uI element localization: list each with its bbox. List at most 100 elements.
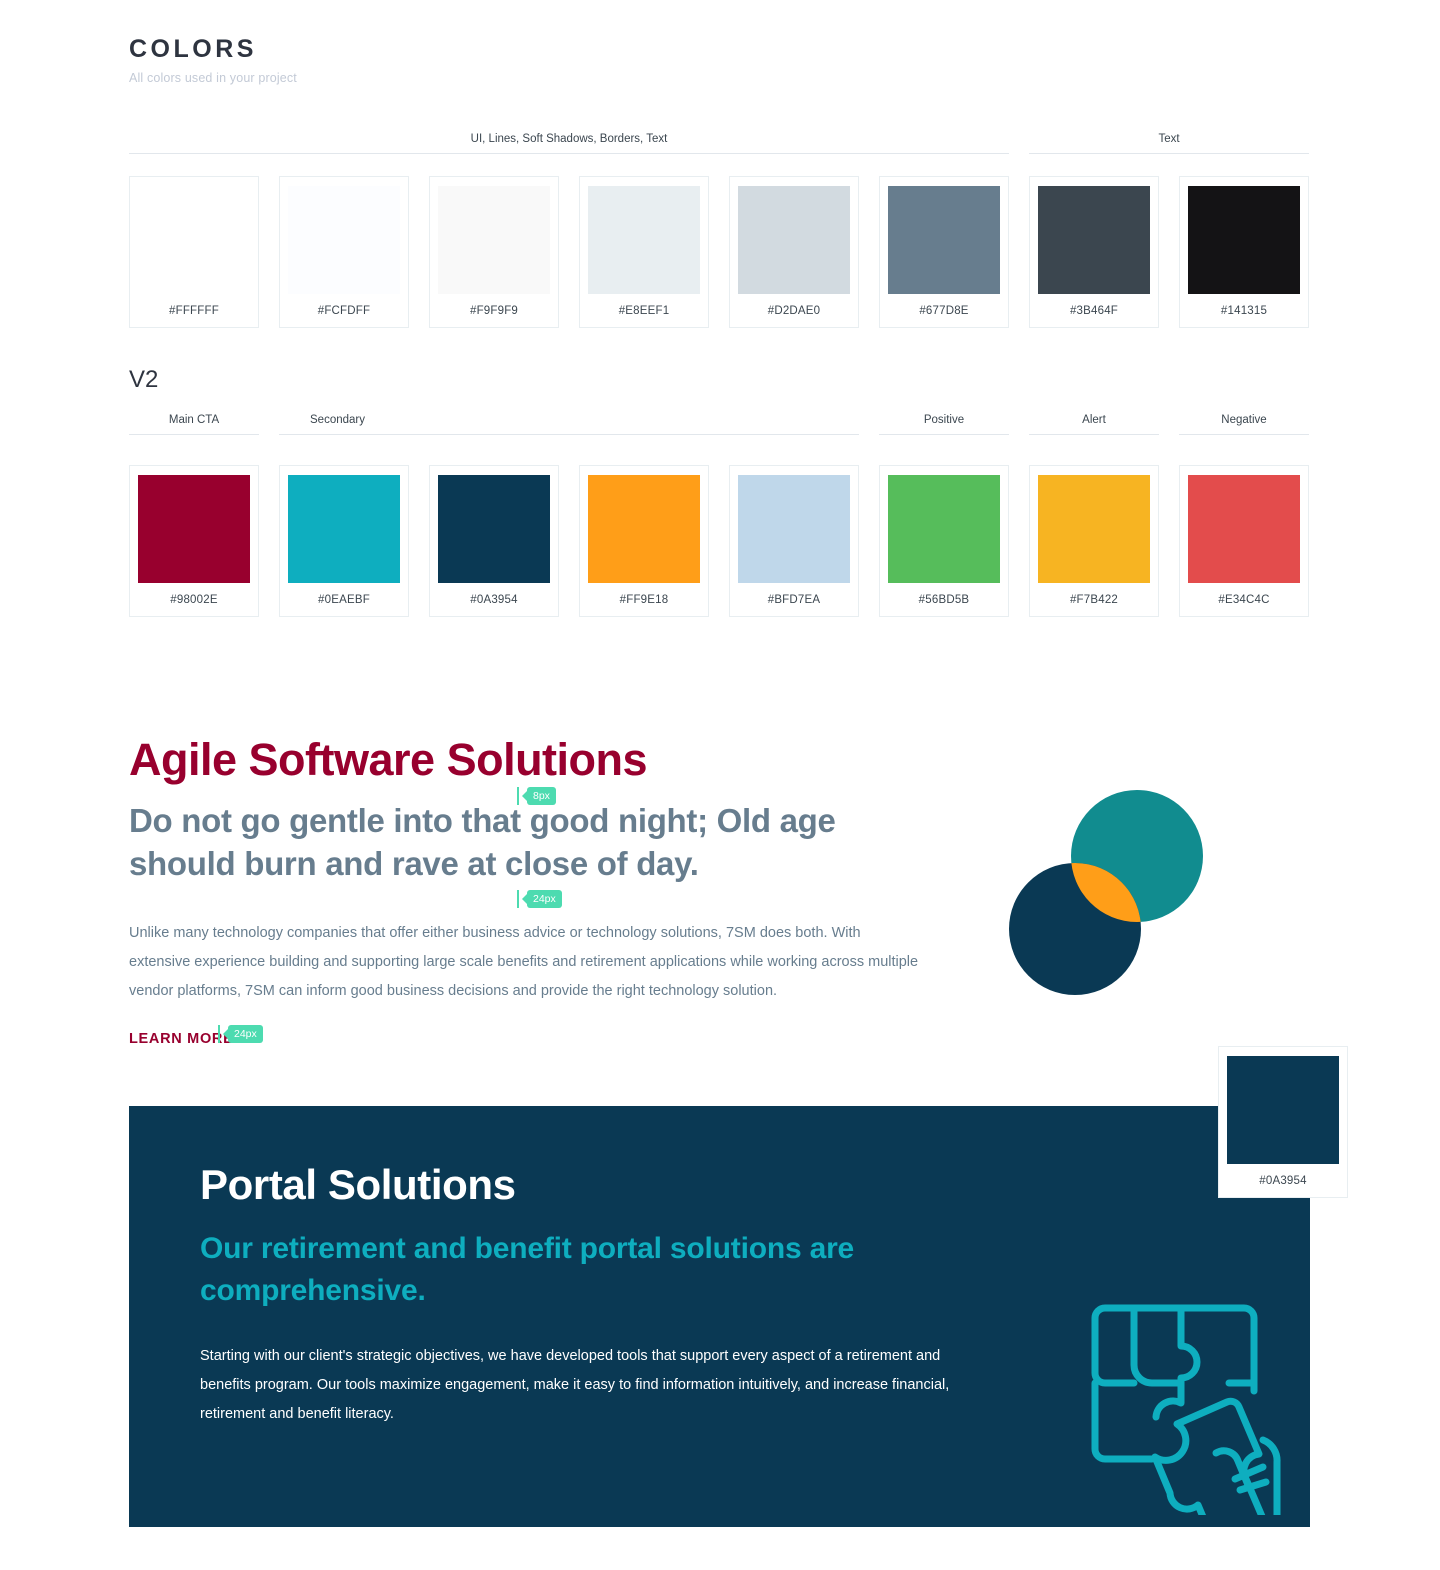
swatch-chip <box>438 186 550 294</box>
swatch-hex-label: #0A3954 <box>470 593 518 606</box>
portal-body: Starting with our client's strategic obj… <box>200 1348 950 1423</box>
marketing-body: Unlike many technology companies that of… <box>129 925 919 1000</box>
floating-swatch-card[interactable]: #0A3954 <box>1218 1046 1348 1198</box>
group-divider <box>279 434 859 435</box>
swatch-hex-label: #BFD7EA <box>767 593 821 606</box>
swatch-hex-label: #FFFFFF <box>169 304 219 317</box>
palette-v1-swatches: #FFFFFF #FCFDFF #F9F9F9 #E8EEF1 #D2DAE0 … <box>129 176 1309 328</box>
swatch-hex-label: #FCFDFF <box>317 304 371 317</box>
swatch-chip <box>738 475 850 583</box>
style-guide-page: COLORS All colors used in your project U… <box>0 0 1440 1570</box>
puzzle-hand-icon <box>1091 1304 1281 1515</box>
swatch-hex-label: #E34C4C <box>1218 593 1270 606</box>
swatch-hex-label: #FF9E18 <box>619 593 669 606</box>
spacing-annotation-24px-link: 24px <box>218 1025 263 1043</box>
group-label: Text <box>1158 133 1180 145</box>
swatch-hex-label: #D2DAE0 <box>767 304 821 317</box>
spacing-value: 8px <box>527 787 556 805</box>
overlapping-circles-graphic <box>1009 790 1203 995</box>
swatch-chip <box>1227 1056 1339 1164</box>
swatch-chip <box>288 475 400 583</box>
spacing-bar-icon <box>517 787 519 805</box>
group-divider <box>1029 153 1309 154</box>
swatch-card[interactable]: #F9F9F9 <box>429 176 559 328</box>
swatch-card[interactable]: #FCFDFF <box>279 176 409 328</box>
group-secondary: Secondary <box>279 414 859 435</box>
swatch-card[interactable]: #3B464F <box>1029 176 1159 328</box>
spacing-annotation-8px: 8px <box>517 787 556 805</box>
swatch-chip <box>888 186 1000 294</box>
group-divider <box>1029 434 1159 435</box>
swatch-hex-label: #0A3954 <box>1259 1174 1307 1187</box>
page-header: COLORS All colors used in your project <box>129 35 297 85</box>
swatch-card[interactable]: #E8EEF1 <box>579 176 709 328</box>
swatch-card[interactable]: #0EAEBF <box>279 465 409 617</box>
group-divider <box>129 434 259 435</box>
palette-v2-group-labels: Main CTA Secondary Positive Alert Negati… <box>129 414 1309 435</box>
swatch-hex-label: #E8EEF1 <box>618 304 670 317</box>
swatch-chip <box>588 186 700 294</box>
marketing-subtitle: Do not go gentle into that good night; O… <box>129 801 836 883</box>
spacing-value: 24px <box>527 890 562 908</box>
swatch-card[interactable]: #F7B422 <box>1029 465 1159 617</box>
group-alert: Alert <box>1029 414 1159 435</box>
spacing-value: 24px <box>228 1025 263 1043</box>
group-label: Negative <box>1221 414 1267 426</box>
swatch-chip <box>588 475 700 583</box>
group-label: Alert <box>1082 414 1106 426</box>
swatch-card[interactable]: #677D8E <box>879 176 1009 328</box>
swatch-hex-label: #F7B422 <box>1069 593 1119 606</box>
swatch-chip <box>888 475 1000 583</box>
swatch-hex-label: #F9F9F9 <box>469 304 519 317</box>
page-subtitle: All colors used in your project <box>129 70 297 85</box>
swatch-card[interactable]: #141315 <box>1179 176 1309 328</box>
swatch-hex-label: #56BD5B <box>918 593 970 606</box>
group-label: Main CTA <box>168 414 220 426</box>
swatch-hex-label: #3B464F <box>1069 304 1119 317</box>
swatch-chip <box>438 475 550 583</box>
portal-solutions-panel: Portal Solutions Our retirement and bene… <box>129 1106 1310 1527</box>
swatch-chip <box>138 186 250 294</box>
group-ui-lines: UI, Lines, Soft Shadows, Borders, Text <box>129 133 1009 154</box>
swatch-chip <box>1038 186 1150 294</box>
swatch-hex-label: #0EAEBF <box>318 593 370 606</box>
swatch-card[interactable]: #D2DAE0 <box>729 176 859 328</box>
group-divider <box>879 434 1009 435</box>
spacing-bar-icon <box>218 1025 220 1043</box>
portal-subtitle: Our retirement and benefit portal soluti… <box>200 1232 855 1308</box>
swatch-card[interactable]: #BFD7EA <box>729 465 859 617</box>
group-positive: Positive <box>879 414 1009 435</box>
palette-v2-swatches: #98002E #0EAEBF #0A3954 #FF9E18 #BFD7EA … <box>129 465 1309 617</box>
swatch-chip <box>1188 186 1300 294</box>
swatch-chip <box>1188 475 1300 583</box>
group-label: Positive <box>923 414 965 426</box>
page-title: COLORS <box>129 35 257 63</box>
swatch-card[interactable]: #98002E <box>129 465 259 617</box>
portal-content: Portal Solutions Our retirement and bene… <box>200 1161 990 1429</box>
group-divider <box>129 153 1009 154</box>
swatch-chip <box>1038 475 1150 583</box>
group-text: Text <box>1029 133 1309 154</box>
palette-v2-heading: V2 <box>129 366 159 393</box>
group-divider <box>1179 434 1309 435</box>
swatch-chip <box>288 186 400 294</box>
palette-v1-group-labels: UI, Lines, Soft Shadows, Borders, Text T… <box>129 133 1309 154</box>
swatch-card[interactable]: #FFFFFF <box>129 176 259 328</box>
portal-title: Portal Solutions <box>200 1161 516 1208</box>
group-label: Secondary <box>310 414 365 426</box>
swatch-card[interactable]: #56BD5B <box>879 465 1009 617</box>
group-label: UI, Lines, Soft Shadows, Borders, Text <box>470 133 668 145</box>
swatch-card[interactable]: #E34C4C <box>1179 465 1309 617</box>
spacing-annotation-24px-subtitle: 24px <box>517 890 562 908</box>
swatch-card[interactable]: #0A3954 <box>429 465 559 617</box>
swatch-card[interactable]: #FF9E18 <box>579 465 709 617</box>
spacing-bar-icon <box>517 890 519 908</box>
marketing-title: Agile Software Solutions <box>129 734 648 785</box>
group-main-cta: Main CTA <box>129 414 259 435</box>
swatch-hex-label: #677D8E <box>919 304 969 317</box>
group-negative: Negative <box>1179 414 1309 435</box>
swatch-chip <box>738 186 850 294</box>
swatch-hex-label: #141315 <box>1220 304 1268 317</box>
swatch-hex-label: #98002E <box>170 593 218 606</box>
swatch-chip <box>138 475 250 583</box>
